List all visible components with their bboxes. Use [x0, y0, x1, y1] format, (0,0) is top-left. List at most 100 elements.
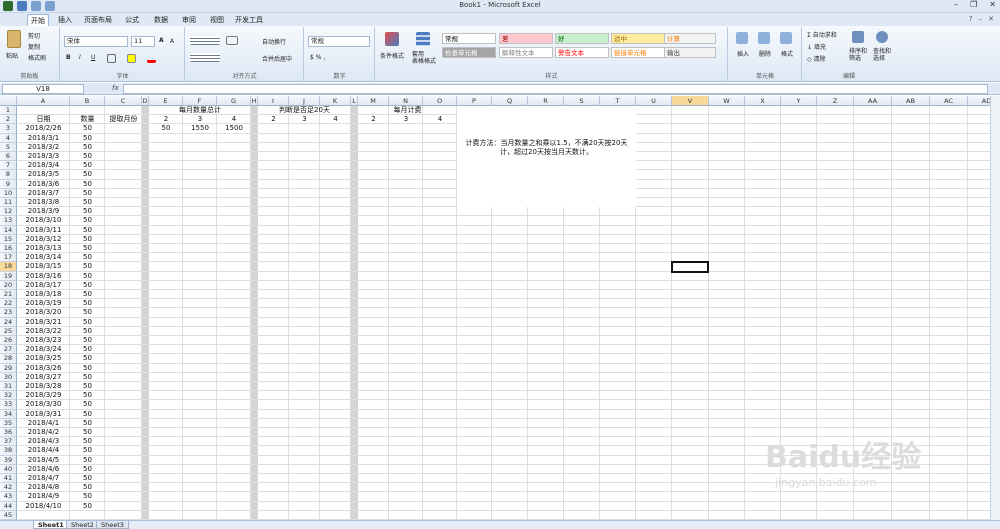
currency-button[interactable]: $ % , [310, 54, 325, 61]
row-header-43[interactable]: 43 [0, 492, 17, 502]
column-header-AA[interactable]: AA [854, 96, 892, 106]
horizontal-align-icons[interactable] [190, 53, 220, 62]
insert-button[interactable]: 插入 [737, 49, 749, 58]
find-select-button[interactable]: 查找和 选择 [873, 48, 891, 62]
formula-input[interactable] [123, 84, 988, 94]
active-cell[interactable] [671, 261, 709, 273]
tab-insert[interactable]: 插入 [55, 14, 75, 26]
column-header-N[interactable]: N [389, 96, 423, 106]
column-header-AD[interactable]: AD [968, 96, 990, 106]
row-header-39[interactable]: 39 [0, 455, 17, 465]
fill-button[interactable]: ↓ 填充 [807, 42, 826, 51]
column-header-G[interactable]: G [217, 96, 251, 106]
tab-review[interactable]: 审阅 [179, 14, 199, 26]
row-header-31[interactable]: 31 [0, 382, 17, 392]
row-header-22[interactable]: 22 [0, 299, 17, 309]
column-header-Y[interactable]: Y [781, 96, 817, 106]
column-header-L[interactable]: L [351, 96, 358, 106]
help-icon[interactable]: ? [969, 15, 973, 23]
sort-filter-icon[interactable] [852, 31, 864, 43]
row-header-36[interactable]: 36 [0, 428, 17, 438]
find-select-icon[interactable] [876, 31, 888, 43]
vertical-scrollbar[interactable] [990, 96, 1000, 520]
conditional-format-icon[interactable] [385, 32, 399, 46]
column-header-M[interactable]: M [358, 96, 389, 106]
restore-button[interactable]: ❐ [970, 0, 977, 9]
row-header-41[interactable]: 41 [0, 474, 17, 484]
font-name-select[interactable]: 宋体 [64, 36, 128, 47]
row-header-19[interactable]: 19 [0, 271, 17, 281]
wrap-text-button[interactable]: 自动换行 [262, 37, 286, 46]
cell-style-7[interactable]: 警告文本 [555, 47, 609, 58]
tab-home[interactable]: 开始 [27, 14, 49, 26]
column-header-Q[interactable]: Q [492, 96, 528, 106]
cell-style-6[interactable]: 解释性文本 [499, 47, 553, 58]
sheet-tab-1[interactable]: Sheet1 [33, 521, 69, 529]
row-header-45[interactable]: 45 [0, 510, 17, 520]
row-header-44[interactable]: 44 [0, 501, 17, 511]
row-header-29[interactable]: 29 [0, 363, 17, 373]
column-header-X[interactable]: X [745, 96, 781, 106]
cell-style-9[interactable]: 输出 [664, 47, 716, 58]
format-as-table-icon[interactable] [416, 32, 430, 46]
row-header-17[interactable]: 17 [0, 253, 17, 263]
row-header-12[interactable]: 12 [0, 207, 17, 217]
row-header-14[interactable]: 14 [0, 225, 17, 235]
row-header-30[interactable]: 30 [0, 372, 17, 382]
row-header-27[interactable]: 27 [0, 345, 17, 355]
column-header-R[interactable]: R [528, 96, 564, 106]
conditional-format-button[interactable]: 条件格式 [380, 51, 404, 60]
tab-view[interactable]: 视图 [207, 14, 227, 26]
tab-data[interactable]: 数据 [151, 14, 171, 26]
close-button[interactable]: ✕ [989, 0, 996, 9]
row-header-38[interactable]: 38 [0, 446, 17, 456]
column-header-AC[interactable]: AC [930, 96, 968, 106]
column-header-C[interactable]: C [105, 96, 142, 106]
column-header-I[interactable]: I [258, 96, 289, 106]
column-header-F[interactable]: F [183, 96, 217, 106]
column-header-Z[interactable]: Z [817, 96, 854, 106]
row-header-6[interactable]: 6 [0, 152, 17, 162]
italic-button[interactable]: I [79, 54, 81, 61]
cell-style-5[interactable]: 检查单元格 [442, 47, 496, 58]
merge-center-button[interactable]: 合并后居中 [262, 54, 292, 63]
row-header-1[interactable]: 1 [0, 106, 17, 116]
select-all-corner[interactable] [0, 96, 17, 106]
row-header-18[interactable]: 18 [0, 262, 17, 272]
row-header-37[interactable]: 37 [0, 437, 17, 447]
column-header-S[interactable]: S [564, 96, 600, 106]
column-header-AB[interactable]: AB [892, 96, 930, 106]
name-box[interactable]: V18 [2, 84, 84, 94]
borders-icon[interactable] [107, 54, 116, 63]
row-header-7[interactable]: 7 [0, 161, 17, 171]
row-header-42[interactable]: 42 [0, 483, 17, 493]
row-header-32[interactable]: 32 [0, 391, 17, 401]
column-header-W[interactable]: W [709, 96, 745, 106]
ribbon-close-icon[interactable]: ✕ [988, 15, 994, 23]
paste-button[interactable]: 粘贴 [6, 51, 18, 60]
row-header-16[interactable]: 16 [0, 244, 17, 254]
row-header-28[interactable]: 28 [0, 354, 17, 364]
bold-button[interactable]: B [66, 54, 71, 61]
font-color-icon[interactable] [147, 54, 156, 63]
row-header-2[interactable]: 2 [0, 115, 17, 125]
column-header-K[interactable]: K [320, 96, 351, 106]
column-header-V[interactable]: V [672, 96, 709, 106]
orientation-icon[interactable] [226, 36, 238, 45]
row-header-23[interactable]: 23 [0, 308, 17, 318]
column-header-H[interactable]: H [251, 96, 258, 106]
worksheet-grid[interactable]: A B C D E F G H I J K L M N O P Q R S T U V W X Y Z AA AB AC AD 1 2 3 4 5 6… [0, 96, 990, 520]
row-header-35[interactable]: 35 [0, 418, 17, 428]
format-cells-icon[interactable] [780, 32, 792, 44]
row-header-34[interactable]: 34 [0, 409, 17, 419]
row-header-5[interactable]: 5 [0, 142, 17, 152]
format-button[interactable]: 格式 [781, 49, 793, 58]
sort-filter-button[interactable]: 排序和 筛选 [849, 48, 867, 62]
row-header-26[interactable]: 26 [0, 336, 17, 346]
underline-button[interactable]: U [91, 54, 95, 61]
column-header-U[interactable]: U [636, 96, 672, 106]
autosum-button[interactable]: Σ 自动求和 [807, 30, 837, 39]
row-header-8[interactable]: 8 [0, 170, 17, 180]
row-header-20[interactable]: 20 [0, 280, 17, 290]
row-header-15[interactable]: 15 [0, 234, 17, 244]
